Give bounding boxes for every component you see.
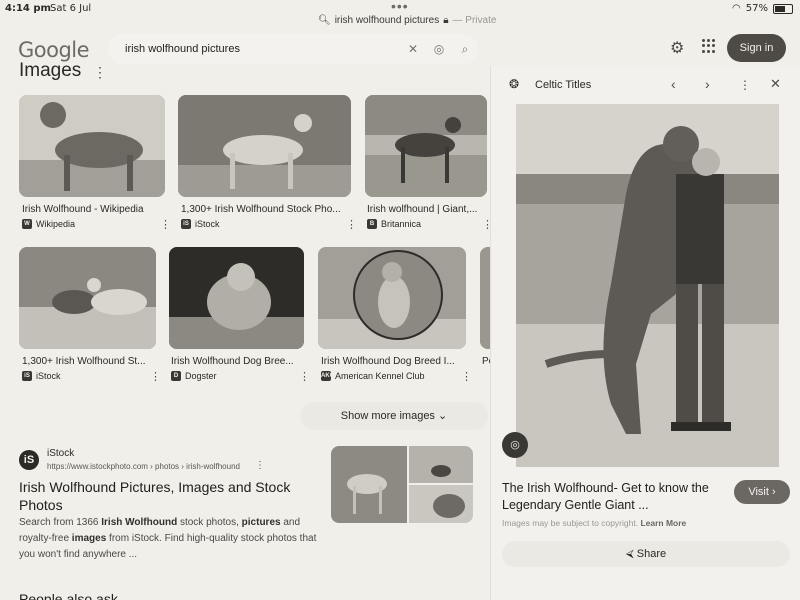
image-source: W Wikipedia — [22, 219, 75, 229]
image-thumbnail[interactable] — [19, 247, 156, 349]
more-options-icon[interactable]: ⋮ — [93, 64, 107, 81]
address-text: irish wolfhound pictures — [334, 15, 440, 26]
search-box[interactable]: irish wolfhound pictures ✕ ◎ ⌕ — [108, 34, 478, 64]
wifi-icon: ◠ — [732, 3, 741, 14]
result-url[interactable]: https://www.istockphoto.com › photos › i… — [47, 462, 240, 471]
result-site-name[interactable]: iStock — [47, 448, 74, 459]
more-options-icon[interactable]: ⋮ — [255, 460, 265, 471]
chevron-down-icon: ⌄ — [438, 410, 448, 422]
preview-image[interactable] — [516, 104, 779, 467]
battery-icon — [773, 3, 793, 14]
lens-icon[interactable]: ◎ — [426, 42, 452, 56]
search-icon: 🔍︎ — [318, 15, 331, 26]
panel-title-link[interactable]: The Irish Wolfhound- Get to know the Leg… — [502, 480, 730, 514]
image-thumbnail[interactable] — [19, 95, 165, 197]
image-caption[interactable]: Irish Wolfhound Dog Breed I... — [321, 356, 461, 367]
lens-search-icon[interactable]: ◎ — [502, 432, 528, 458]
panel-source-name[interactable]: Celtic Titles — [535, 79, 591, 91]
panel-header: ❂ Celtic Titles ‹ › ⋮ ✕ — [491, 76, 800, 96]
result-image-collage[interactable] — [331, 446, 473, 523]
private-label: — Private — [452, 15, 497, 26]
britannica-favicon-icon: B — [367, 219, 377, 229]
image-source: B Britannica — [367, 219, 421, 229]
next-arrow-icon[interactable]: › — [705, 76, 710, 92]
people-also-ask-heading: People also ask — [19, 591, 118, 600]
status-time: 4:14 pm — [5, 3, 51, 14]
visit-button[interactable]: Visit › — [734, 480, 790, 504]
sign-in-button[interactable]: Sign in — [727, 34, 786, 62]
copyright-notice: Images may be subject to copyright. Lear… — [502, 518, 687, 528]
multitask-dots-icon[interactable]: ••• — [391, 0, 409, 13]
share-button[interactable]: ⮘ Share — [502, 541, 790, 567]
learn-more-link[interactable]: Learn More — [640, 518, 686, 528]
address-bar[interactable]: 🔍︎ irish wolfhound pictures 🔒︎ — Private — [318, 15, 496, 26]
google-logo[interactable]: Google — [18, 38, 90, 62]
image-source: D Dogster — [171, 371, 217, 381]
lock-icon: 🔒︎ — [443, 15, 449, 26]
search-input[interactable]: irish wolfhound pictures — [125, 43, 400, 55]
clear-icon[interactable]: ✕ — [400, 42, 426, 56]
istock-favicon-icon: iS — [19, 450, 39, 470]
search-icon[interactable]: ⌕ — [452, 42, 478, 57]
apps-grid-icon[interactable] — [702, 39, 716, 53]
image-thumbnail[interactable] — [318, 247, 466, 349]
image-thumbnail[interactable] — [480, 247, 490, 349]
image-thumbnail[interactable] — [178, 95, 351, 197]
gear-icon[interactable]: ⚙ — [670, 38, 684, 58]
image-source: iS iStock — [181, 219, 220, 229]
source-favicon-icon: ❂ — [509, 77, 520, 91]
more-options-icon[interactable]: ⋮ — [160, 218, 171, 231]
result-title-link[interactable]: Irish Wolfhound Pictures, Images and Sto… — [19, 478, 319, 514]
status-bar: 4:14 pm Sat 6 Jul ••• 🔍︎ irish wolfhound… — [0, 0, 800, 30]
status-date: Sat 6 Jul — [50, 3, 92, 14]
image-source: AKC American Kennel Club — [321, 371, 425, 381]
akc-favicon-icon: AKC — [321, 371, 334, 381]
image-caption[interactable]: Pe — [482, 356, 490, 367]
images-heading: Images — [19, 60, 82, 81]
more-options-icon[interactable]: ⋮ — [150, 370, 161, 383]
istock-favicon-icon: iS — [22, 371, 32, 381]
image-caption[interactable]: 1,300+ Irish Wolfhound St... — [22, 356, 150, 367]
image-caption[interactable]: 1,300+ Irish Wolfhound Stock Pho... — [181, 204, 346, 215]
close-icon[interactable]: ✕ — [770, 76, 781, 92]
image-thumbnail[interactable] — [365, 95, 487, 197]
show-more-images-button[interactable]: Show more images ⌄ — [300, 402, 488, 430]
more-options-icon[interactable]: ⋮ — [346, 218, 357, 231]
previous-arrow-icon[interactable]: ‹ — [671, 76, 676, 92]
more-options-icon[interactable]: ⋮ — [461, 370, 472, 383]
more-options-icon[interactable]: ⋮ — [739, 78, 751, 92]
image-caption[interactable]: Irish Wolfhound - Wikipedia — [22, 204, 165, 215]
dogster-favicon-icon: D — [171, 371, 181, 381]
image-source: iS iStock — [22, 371, 61, 381]
status-right: ◠ 57% — [732, 3, 793, 14]
istock-favicon-icon: iS — [181, 219, 191, 229]
image-thumbnail[interactable] — [169, 247, 304, 349]
more-options-icon[interactable]: ⋮ — [299, 370, 310, 383]
image-preview-panel: ❂ Celtic Titles ‹ › ⋮ ✕ ◎ The Irish Wolf… — [490, 66, 800, 600]
wikipedia-favicon-icon: W — [22, 219, 32, 229]
battery-percent: 57% — [745, 3, 768, 14]
result-snippet: Search from 1366 Irish Wolfhound stock p… — [19, 517, 317, 560]
image-caption[interactable]: Irish wolfhound | Giant,... — [367, 204, 485, 215]
share-icon: ⮘ — [625, 548, 634, 560]
image-caption[interactable]: Irish Wolfhound Dog Bree... — [171, 356, 299, 367]
